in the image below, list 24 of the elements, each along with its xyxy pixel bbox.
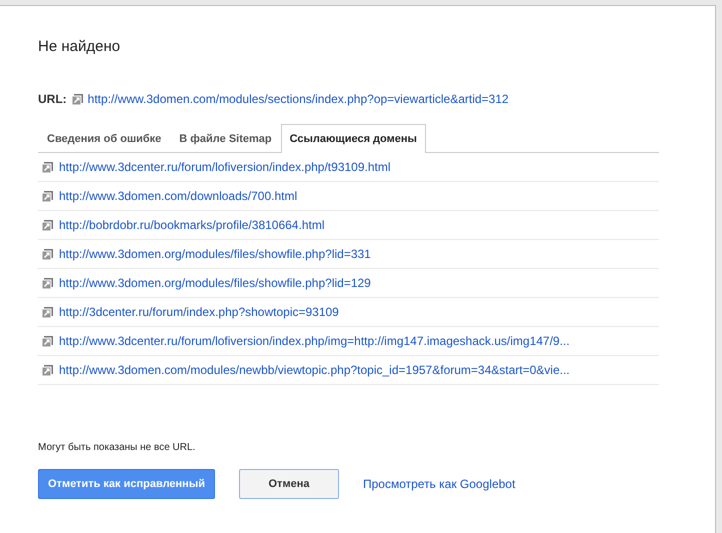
dialog-title: Не найдено: [38, 38, 122, 55]
external-link-icon: [72, 94, 83, 104]
external-link-icon: [42, 306, 53, 318]
url-label: URL:: [38, 92, 67, 106]
cancel-button[interactable]: Отмена: [238, 469, 339, 499]
linking-url[interactable]: http://www.3domen.com/downloads/700.html: [59, 189, 298, 203]
external-link-icon: [42, 162, 53, 172]
linking-url[interactable]: http://www.3domen.com/modules/newbb/viewtopic.php?topic_id=1957&forum=34&start=0&vie...: [59, 363, 570, 377]
external-link-icon: [42, 278, 53, 288]
linking-url[interactable]: http://www.3domen.org/modules/files/showfile.php?lid=129: [59, 276, 371, 290]
external-link-icon: [42, 190, 53, 202]
external-link-icon: [42, 248, 53, 260]
linking-url[interactable]: http://bobrdobr.ru/bookmarks/profile/3810664.html: [59, 218, 324, 232]
linking-url[interactable]: http://www.3dcenter.ru/forum/lofiversion/index.php/t93109.html: [59, 160, 391, 174]
linking-url[interactable]: http://3dcenter.ru/forum/index.php?showtopic=93109: [59, 305, 339, 319]
fetch-as-googlebot-link[interactable]: Просмотреть как Googlebot: [362, 477, 516, 491]
url-link[interactable]: http://www.3domen.com/modules/sections/index.php?op=viewarticle&artid=312: [88, 92, 509, 106]
tab[interactable]: Ссылающиеся домены: [280, 124, 426, 153]
linking-url[interactable]: http://www.3domen.org/modules/files/showfile.php?lid=331: [59, 247, 371, 261]
note-text: Могут быть показаны не все URL.: [38, 442, 196, 453]
external-link-icon: [42, 220, 53, 230]
external-link-icon: [42, 364, 53, 376]
linking-url[interactable]: http://www.3dcenter.ru/forum/lofiversion/index.php/img=http://img147.imageshack.us/img147/9...: [59, 334, 570, 348]
external-link-icon: [42, 336, 53, 346]
